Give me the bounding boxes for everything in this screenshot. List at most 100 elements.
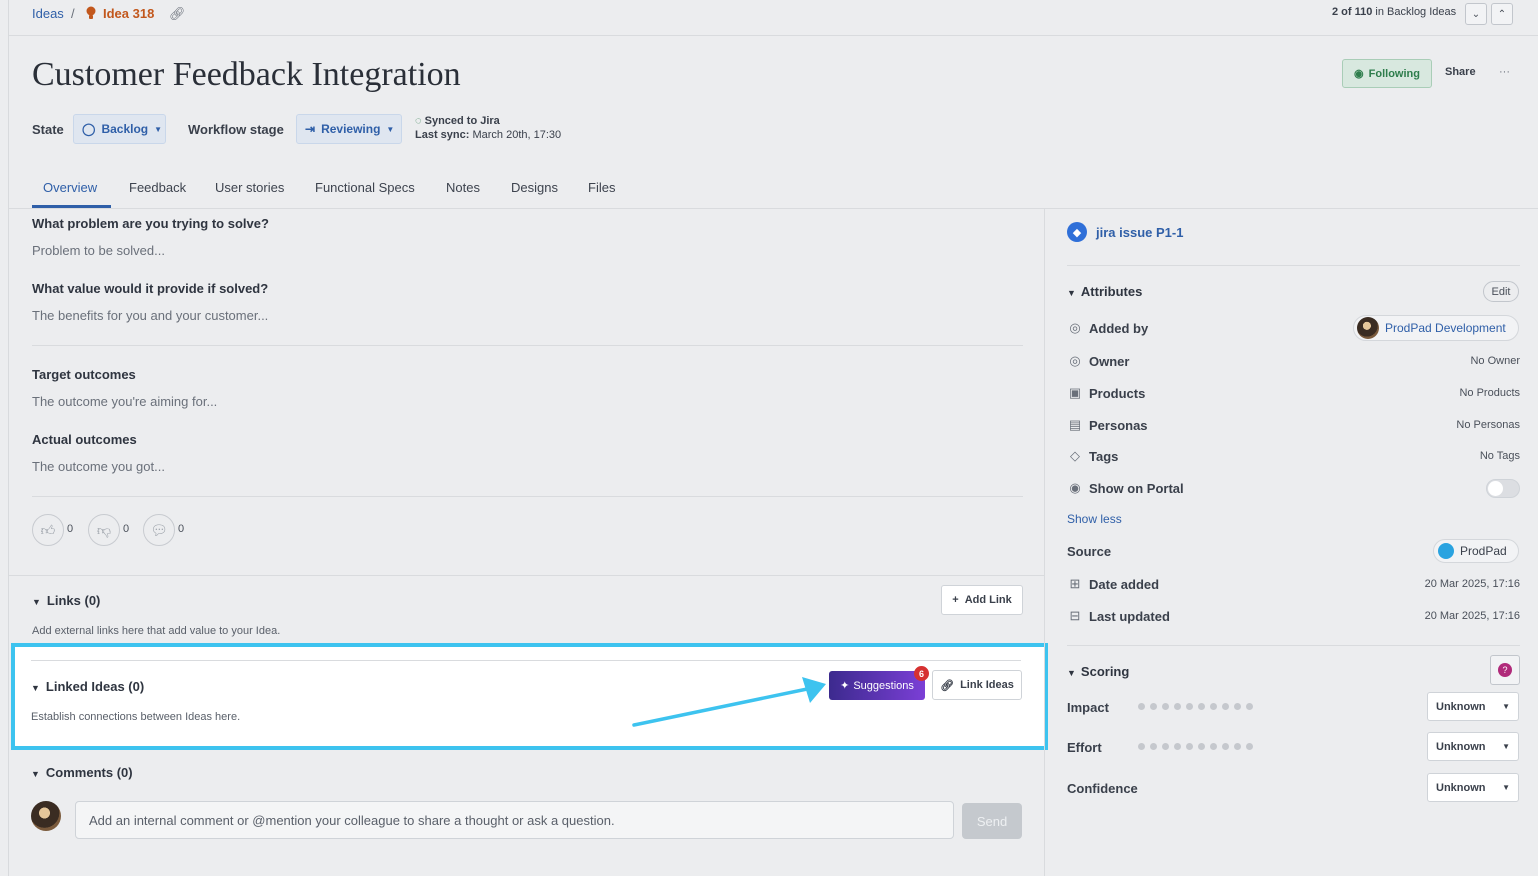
prev-idea-chevron-up-icon[interactable]: ⌃ [1491,3,1513,25]
product-icon: ▣ [1068,385,1082,400]
effort-value: Unknown [1436,740,1486,753]
source-chip[interactable]: ProdPad [1433,539,1519,563]
jira-issue-link[interactable]: jira issue P1-1 [1096,225,1183,240]
confidence-select[interactable]: Unknown ▼ [1427,773,1519,802]
actual-outcomes-text[interactable]: The outcome you got... [32,459,165,474]
tab-feedback[interactable]: Feedback [129,180,186,195]
workflow-stage-icon: ⇥ [305,122,316,136]
divider [31,660,1021,661]
workflow-dropdown[interactable]: ⇥ Reviewing ▼ [296,114,402,144]
last-updated-value: 20 Mar 2025, 17:16 [1424,610,1520,622]
next-idea-chevron-down-icon[interactable]: ⌄ [1465,3,1487,25]
tab-user-stories[interactable]: User stories [215,180,284,195]
caret-down-icon: ▼ [1502,742,1510,751]
caret-down-icon: ▼ [1502,702,1510,711]
send-button[interactable]: Send [962,803,1022,839]
personas-label: Personas [1089,418,1148,433]
tags-label: Tags [1089,449,1119,464]
following-button[interactable]: ◉ Following [1342,59,1432,88]
personas-value[interactable]: No Personas [1456,419,1520,431]
scoring-title: Scoring [1080,664,1130,679]
prodpad-logo-icon [1438,543,1454,559]
scoring-section-toggle[interactable]: ▼ Scoring [1067,664,1129,679]
divider [1067,645,1520,646]
effort-label: Effort [1067,740,1102,755]
show-less-link[interactable]: Show less [1067,512,1122,526]
avatar [1357,317,1379,339]
tab-designs[interactable]: Designs [511,180,558,195]
effort-score-dots[interactable] [1138,743,1253,750]
sync-status: Synced to Jira [424,115,500,127]
last-updated-label: Last updated [1089,609,1170,624]
tab-functional-specs[interactable]: Functional Specs [315,180,415,195]
breadcrumb-ideas[interactable]: Ideas [32,6,64,21]
comment-bubble-icon[interactable]: 💬︎ [143,514,175,546]
comment-input[interactable]: Add an internal comment or @mention your… [75,801,954,839]
link-icon: 🔗︎ [940,679,955,692]
attributes-title: Attributes [1080,284,1143,299]
impact-label: Impact [1067,700,1109,715]
more-options-icon[interactable]: ··· [1499,66,1510,78]
add-link-button[interactable]: + Add Link [941,585,1023,615]
links-title: Links (0) [46,593,101,608]
pagination-context: in Backlog Ideas [1375,6,1457,18]
answer-problem[interactable]: Problem to be solved... [32,243,165,258]
suggestions-count-badge: 6 [914,666,929,681]
workflow-value: Reviewing [321,122,381,136]
toggle-knob [1488,481,1503,496]
link-icon[interactable]: 🔗︎ [169,6,186,22]
thumbs-down-icon[interactable]: 👎︎ [88,514,120,546]
divider [32,496,1023,497]
linked-ideas-section-toggle[interactable]: ▼ Linked Ideas (0) [31,679,144,694]
link-ideas-button[interactable]: 🔗︎ Link Ideas [932,670,1022,700]
tab-overview[interactable]: Overview [43,180,97,195]
share-button[interactable]: Share [1445,66,1476,78]
comments-section-toggle[interactable]: ▼ Comments (0) [31,765,133,780]
show-on-portal-label: Show on Portal [1089,481,1184,496]
thumbs-up-icon[interactable]: 👍︎ [32,514,64,546]
source-value: ProdPad [1460,544,1507,558]
added-by-label: Added by [1089,321,1149,336]
sparkle-icon: ✦ [840,680,850,692]
edit-attributes-button[interactable]: Edit [1483,281,1519,302]
actual-outcomes-heading: Actual outcomes [32,432,137,447]
suggestions-button[interactable]: ✦ Suggestions [829,671,925,700]
tags-value[interactable]: No Tags [1480,450,1520,462]
show-on-portal-toggle[interactable] [1486,479,1520,498]
breadcrumb-current: Idea 318 [103,6,155,21]
caret-down-icon: ▼ [31,769,40,779]
confidence-label: Confidence [1067,781,1138,796]
tab-bar: Overview Feedback User stories Functiona… [9,170,1538,209]
lightbulb-icon [85,6,97,23]
tab-files[interactable]: Files [588,180,615,195]
attributes-section-toggle[interactable]: ▼ Attributes [1067,284,1142,299]
products-value[interactable]: No Products [1459,387,1520,399]
jira-sync-status: ◌ Synced to Jira Last sync: March 20th, … [415,115,561,141]
owner-value[interactable]: No Owner [1470,355,1520,367]
impact-score-dots[interactable] [1138,703,1253,710]
downvote-count: 0 [123,523,130,535]
caret-down-icon: ▼ [386,124,395,134]
source-label: Source [1067,544,1112,559]
linked-ideas-title: Linked Ideas (0) [45,679,145,694]
comments-title: Comments (0) [45,765,133,780]
active-tab-indicator [32,205,111,208]
caret-down-icon: ▼ [31,683,40,693]
scoring-help-button[interactable]: ? [1490,655,1520,685]
links-help-text: Add external links here that add value t… [32,625,281,637]
links-section-toggle[interactable]: ▼ Links (0) [32,593,100,608]
date-added-label: Date added [1089,577,1160,592]
added-by-value: ProdPad Development [1385,321,1506,335]
tab-notes[interactable]: Notes [446,180,480,195]
top-bar: Ideas / Idea 318 🔗︎ 2 of 110 in Backlog … [9,0,1538,36]
state-dropdown[interactable]: ◯ Backlog ▼ [73,114,166,144]
breadcrumb-separator: / [71,6,75,21]
added-by-chip[interactable]: ProdPad Development [1353,315,1519,341]
answer-value[interactable]: The benefits for you and your customer..… [32,308,268,323]
target-outcomes-text[interactable]: The outcome you're aiming for... [32,394,217,409]
confidence-value: Unknown [1436,781,1486,794]
caret-down-icon: ▼ [1502,783,1510,792]
caret-down-icon: ▼ [32,597,41,607]
effort-select[interactable]: Unknown ▼ [1427,732,1519,761]
impact-select[interactable]: Unknown ▼ [1427,692,1519,721]
